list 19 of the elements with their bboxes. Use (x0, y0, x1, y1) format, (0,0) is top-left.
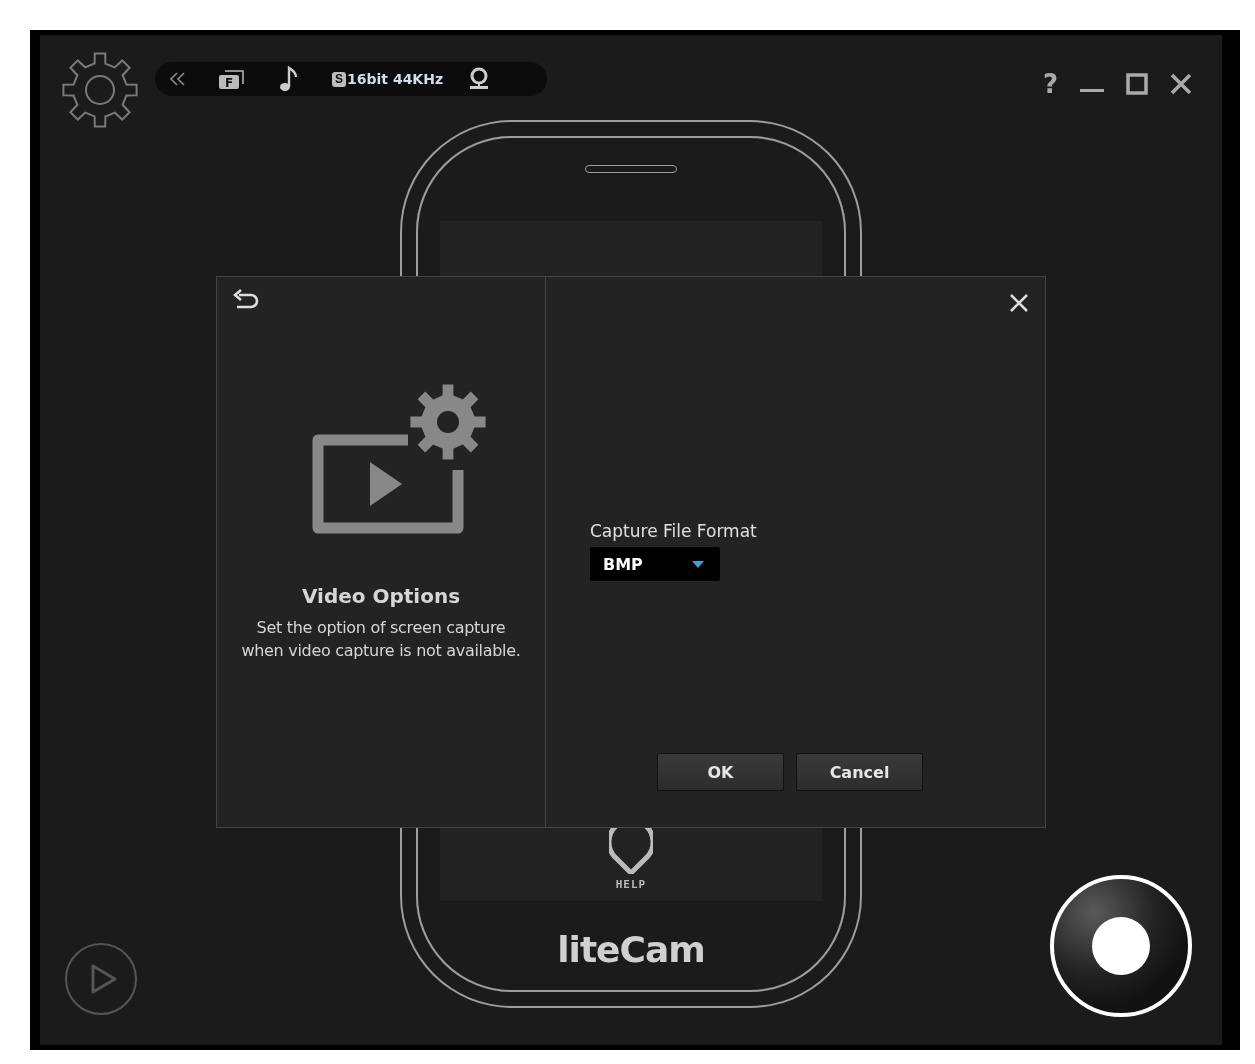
play-icon (90, 963, 118, 995)
back-icon[interactable] (233, 289, 259, 309)
music-note-icon[interactable] (279, 66, 299, 92)
audio-format-button[interactable]: S 16bit 44KHz (332, 71, 444, 87)
caret-icon (692, 560, 704, 568)
help-button[interactable]: ? (1042, 70, 1058, 98)
format-dropdown[interactable]: BMP (590, 547, 720, 581)
close-icon[interactable] (1170, 73, 1192, 95)
collapse-icon[interactable] (169, 72, 187, 86)
app-logo: liteCam (557, 929, 705, 970)
help-label[interactable]: HELP (615, 878, 647, 891)
settings-icon[interactable] (62, 50, 138, 130)
dialog-description: Set the option of screen capture when video capture is not available. (241, 617, 521, 662)
dialog-title: Video Options (301, 584, 461, 608)
cancel-button[interactable]: Cancel (796, 753, 923, 791)
format-button[interactable]: F (217, 68, 245, 90)
ok-button[interactable]: OK (657, 753, 784, 791)
field-label: Capture File Format (590, 521, 758, 541)
maximize-icon[interactable] (1126, 73, 1148, 95)
